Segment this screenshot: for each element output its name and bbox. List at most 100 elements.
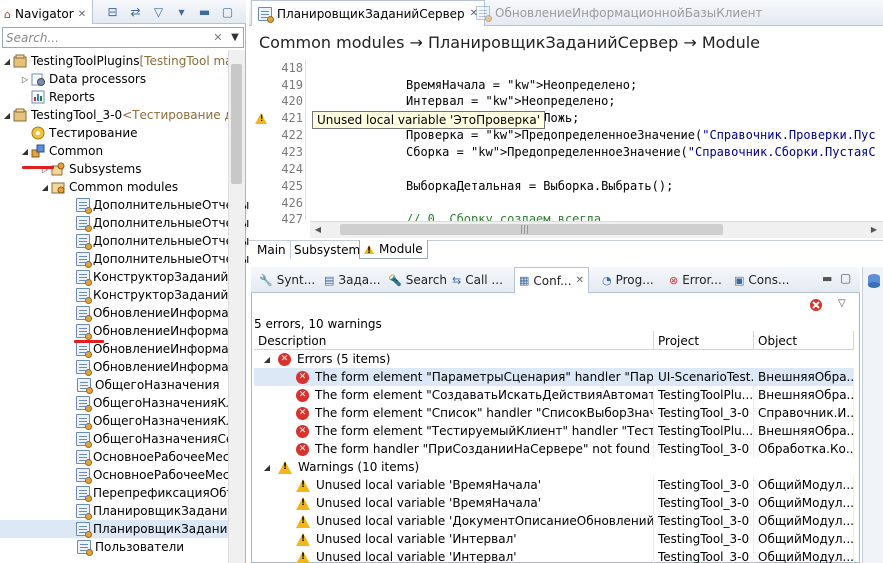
code-line[interactable]: 420 Интервал = "kw">Неопределено;	[249, 94, 883, 111]
tree-item-common-module[interactable]: КонструкторЗаданийВы	[0, 268, 246, 286]
code-line[interactable]: 418	[249, 61, 883, 78]
tree-item-common-module[interactable]: ОсновноеРабочееМесто	[0, 466, 244, 484]
code-line[interactable]: 425 ВыборкаДетальная = Выборка.Выбрать();	[249, 179, 883, 196]
tree-item-testingtoolplugins[interactable]: ◢ TestingToolPlugins [TestingTool ma	[2, 52, 233, 70]
warning-marker-icon[interactable]	[255, 113, 267, 124]
code-text[interactable]: Сборка = "kw">ПредопределенноеЗначение("…	[406, 145, 876, 159]
tab-progress[interactable]: ◔ Prog...	[598, 267, 658, 293]
expanded-icon[interactable]: ◢	[262, 355, 272, 364]
tree-item-common-module[interactable]: ОбновлениеИнформаці	[0, 304, 240, 322]
module-icon	[476, 6, 492, 22]
problem-row[interactable]: Unused local variable 'ВремяНачала' Testi…	[254, 494, 854, 512]
minimize-icon[interactable]: ▬	[822, 272, 832, 285]
code-line[interactable]: 426	[249, 196, 883, 213]
view-menu-icon[interactable]: ▾	[173, 3, 190, 20]
column-object[interactable]: Object	[754, 331, 854, 350]
tab-call-hierarchy[interactable]: ⇆ Call ...	[448, 267, 507, 293]
tree-item-common-module[interactable]: ОбщегоНазначения	[0, 376, 228, 394]
expanded-icon[interactable]: ◢	[40, 183, 50, 192]
tree-item-testirovanie[interactable]: Тестирование	[30, 124, 138, 142]
code-line[interactable]: 424	[249, 162, 883, 179]
tree-item-common-module[interactable]: ОбщегоНазначенияКли	[0, 412, 241, 430]
clear-search-icon[interactable]: ✕	[209, 31, 227, 44]
link-editor-icon[interactable]: ⇄	[127, 3, 144, 20]
tab-module[interactable]: Module	[359, 240, 428, 259]
tab-main[interactable]: Main	[253, 240, 291, 259]
tree-item-common-module[interactable]: ПланировщикЗаданийС	[0, 520, 244, 538]
editor-tab[interactable]: ОбновлениеИнформационнойБазыКлиент	[470, 0, 768, 26]
tree-item-data-processors[interactable]: ▷ Data processors	[20, 70, 146, 88]
tab-tasks[interactable]: ▤ Зада...	[320, 267, 385, 293]
tab-error-log[interactable]: ⊗ Error...	[665, 267, 726, 293]
navigator-scrollbar-thumb[interactable]	[231, 64, 242, 184]
warnings-group-row[interactable]: ◢ Warnings (10 items)	[254, 458, 854, 476]
editor-hscrollbar-thumb[interactable]	[340, 224, 723, 235]
tree-item-reports[interactable]: Reports	[30, 88, 95, 106]
code-text[interactable]: Проверка = "kw">ПредопределенноеЗначение…	[406, 128, 876, 142]
tree-item-common-module[interactable]: ПерепрефиксацияОбъе	[0, 484, 242, 502]
tree-item-common-module[interactable]: ОсновноеРабочееМесто	[0, 448, 244, 466]
collapsed-icon[interactable]: ▷	[20, 75, 30, 84]
collapse-all-icon[interactable]: ⊟	[104, 3, 121, 20]
tree-item-testingtool[interactable]: ◢ TestingTool_3-0 <Тестирование де	[2, 106, 240, 124]
problem-row[interactable]: Unused local variable 'ВремяНачала' Testi…	[254, 476, 854, 494]
tree-item-common-module[interactable]: ОбщегоНазначенияКли	[0, 394, 241, 412]
scroll-right-icon[interactable]: ▶	[866, 221, 882, 238]
tree-item-common-module[interactable]: ДополнительныеОтчеты	[0, 214, 249, 232]
tab-configuration-check[interactable]: ▦ Conf... ✕	[514, 267, 589, 293]
tree-item-common-module[interactable]: ДополнительныеОтчеты	[0, 232, 249, 250]
problem-row[interactable]: Unused local variable 'Интервал' TestingT…	[254, 530, 854, 548]
tree-item-common-module[interactable]: КонструкторЗаданийСе	[0, 286, 244, 304]
code-line[interactable]: 422 Проверка = "kw">ПредопределенноеЗначе…	[249, 128, 883, 145]
code-text[interactable]: Интервал = "kw">Неопределено;	[406, 94, 616, 108]
search-input[interactable]: Search...	[6, 31, 209, 45]
minimize-icon[interactable]: ▬	[196, 3, 213, 20]
tree-item-common-module[interactable]: ОбщегоНазначенияСер	[0, 430, 241, 448]
problem-row[interactable]: ✕ The form element "Список" handler "Спис…	[254, 404, 854, 422]
tree-item-common-module[interactable]: ОбновлениеИнформаці	[0, 322, 240, 340]
view-menu-icon[interactable]: ▽	[838, 298, 846, 309]
column-project[interactable]: Project	[654, 331, 754, 350]
tree-item-common-module[interactable]: Пользователи	[0, 538, 228, 556]
maximize-icon[interactable]: ▢	[219, 3, 236, 20]
tree-item-common[interactable]: ◢ Common	[20, 142, 103, 160]
tree-item-common-module[interactable]: ДополнительныеОтчеты	[0, 250, 249, 268]
error-filter-icon[interactable]	[808, 297, 824, 316]
database-icon[interactable]	[867, 273, 881, 292]
navigator-search[interactable]: Search... ✕ ▼	[2, 27, 244, 48]
tree-item-common-modules[interactable]: ◢ Common modules	[40, 178, 178, 196]
problem-row[interactable]: Unused local variable 'Интервал' TestingT…	[254, 548, 854, 563]
close-icon[interactable]: ✕	[78, 9, 86, 20]
dropdown-icon[interactable]: ▼	[227, 32, 243, 43]
tab-console[interactable]: ▣ Cons...	[730, 267, 793, 293]
tab-syntax[interactable]: 🔧 Synt...	[255, 267, 319, 293]
close-icon[interactable]: ✕	[576, 275, 584, 286]
code-text[interactable]: ВыборкаДетальная = Выборка.Выбрать();	[406, 179, 673, 193]
expanded-icon[interactable]: ◢	[2, 57, 12, 66]
code-line[interactable]: 423 Сборка = "kw">ПредопределенноеЗначени…	[249, 145, 883, 162]
tree-item-common-module[interactable]: ДополнительныеОтчеты	[0, 196, 249, 214]
tree-item-common-module[interactable]: ОбновлениеИнформаці	[0, 358, 240, 376]
tab-search[interactable]: 🔦 Search	[384, 267, 451, 293]
problem-row[interactable]: ✕ The form element "ТестируемыйКлиент" ha…	[254, 422, 854, 440]
code-line[interactable]: 419 ВремяНачала = "kw">Неопределено;	[249, 78, 883, 95]
problem-row[interactable]: ✕ The form element "СоздаватьИскатьДейств…	[254, 386, 854, 404]
problem-row[interactable]: ✕ The form element "ПараметрыСценария" ha…	[254, 368, 854, 386]
expanded-icon[interactable]: ◢	[20, 147, 30, 156]
problem-row[interactable]: Unused local variable 'ДокументОписаниеО…	[254, 512, 854, 530]
editor-tab-active[interactable]: ПланировщикЗаданийСервер ✕	[251, 0, 486, 26]
expanded-icon[interactable]: ◢	[262, 463, 272, 472]
expanded-icon[interactable]: ◢	[2, 111, 12, 120]
navigator-title: Navigator	[14, 7, 74, 21]
tree-item-subsystems[interactable]: ▷ Subsystems	[40, 160, 142, 178]
problem-row[interactable]: ✕ The form handler "ПриСозданииНаСервере"…	[254, 440, 854, 458]
tree-item-common-module[interactable]: ОбновлениеИнформаці	[0, 340, 240, 358]
filter-icon[interactable]: ▽	[150, 3, 167, 20]
column-description[interactable]: Description	[254, 331, 654, 350]
navigator-tab[interactable]: ⌂ Navigator ✕	[0, 0, 94, 24]
scroll-left-icon[interactable]: ◀	[310, 221, 326, 238]
tree-item-common-module[interactable]: ПланировщикЗаданий	[0, 502, 235, 520]
errors-group-row[interactable]: ◢ ✕ Errors (5 items)	[254, 350, 854, 368]
maximize-icon[interactable]: ▢	[840, 271, 851, 285]
code-text[interactable]: ВремяНачала = "kw">Неопределено;	[406, 78, 637, 92]
